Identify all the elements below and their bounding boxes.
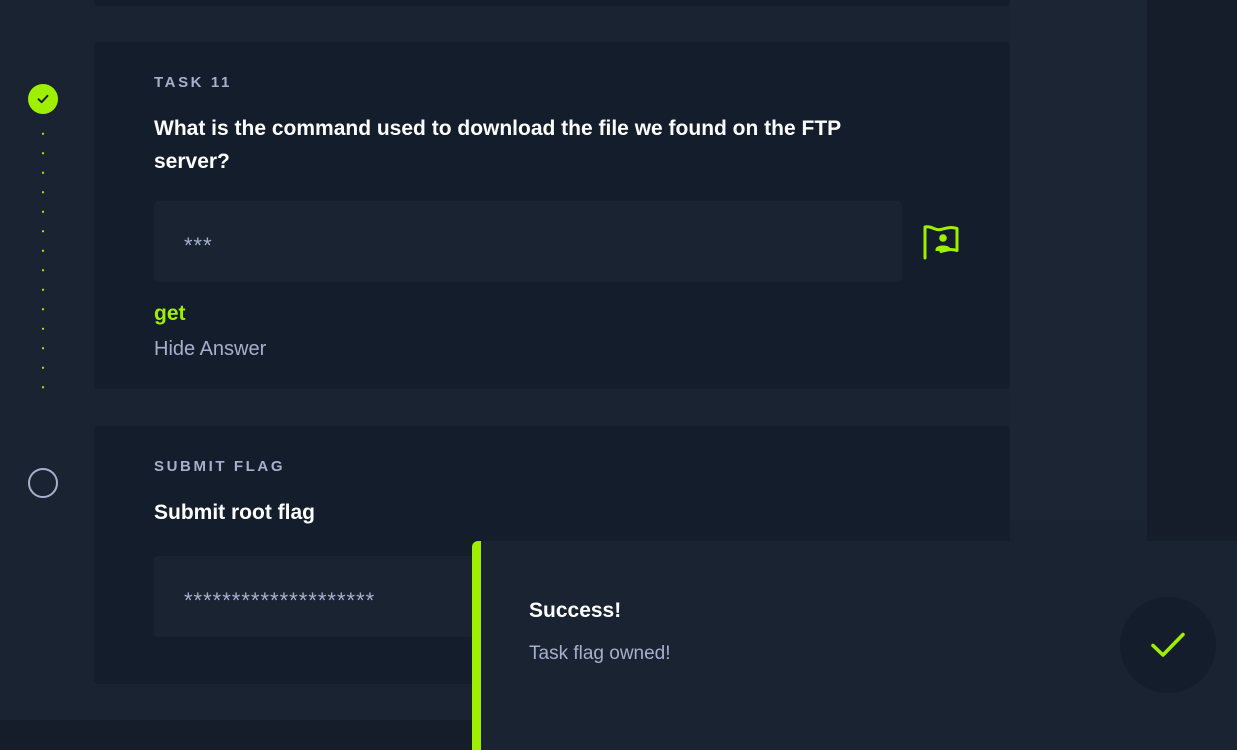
toast-message: Task flag owned!: [529, 643, 671, 664]
toast-check-badge: [1120, 597, 1216, 693]
toast-title: Success!: [529, 599, 622, 622]
submit-flag-kicker: SUBMIT FLAG: [154, 458, 286, 475]
success-toast[interactable]: Success! Task flag owned!: [472, 541, 1237, 750]
task-complete-marker: [28, 84, 58, 114]
check-icon: [37, 94, 49, 104]
hide-answer-link[interactable]: Hide Answer: [154, 338, 266, 361]
circle-outline-icon: [28, 468, 58, 498]
flag-user-icon: [923, 225, 959, 260]
submit-flag-question: Submit root flag: [154, 501, 315, 524]
task-card: TASK 11 What is the command used to down…: [94, 42, 1010, 389]
flag-answer-mask: ********************: [184, 587, 376, 613]
previous-task-card: [94, 0, 1010, 6]
revealed-answer: get: [154, 302, 186, 325]
task-progress-line: [42, 124, 44, 390]
right-gutter: [1010, 0, 1147, 520]
task-question: What is the command used to download the…: [154, 117, 841, 173]
answer-field[interactable]: ***: [154, 201, 902, 282]
check-icon: [1151, 632, 1185, 657]
answer-mask: ***: [184, 232, 213, 258]
flag-answer-button[interactable]: [920, 222, 962, 262]
task-kicker: TASK 11: [154, 74, 232, 91]
